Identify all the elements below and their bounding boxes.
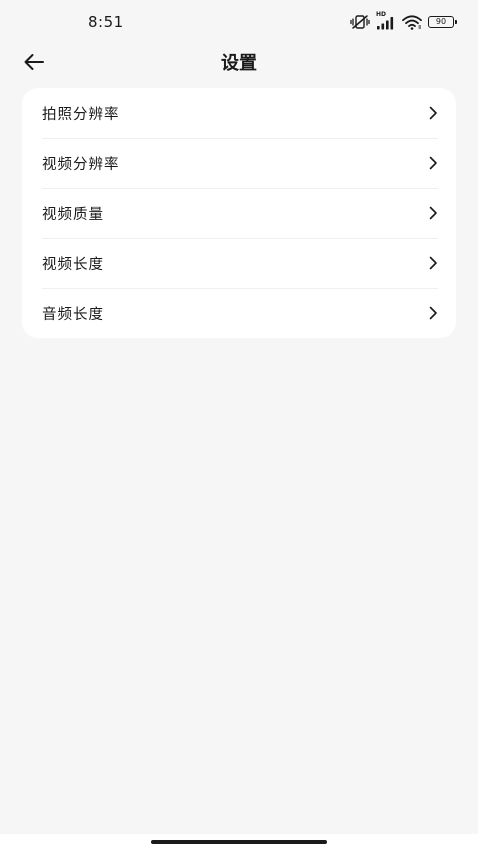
battery-level: 90	[435, 17, 447, 26]
page-title: 设置	[221, 53, 257, 74]
status-time: 8:51	[88, 13, 124, 31]
battery-icon: 90	[428, 16, 457, 28]
chevron-right-icon	[426, 306, 440, 320]
settings-item-label: 拍照分辨率	[42, 106, 120, 123]
vibrate-off-icon	[350, 14, 370, 30]
settings-card: 拍照分辨率 视频分辨率 视频质量 视频长度 音频长度	[22, 88, 456, 338]
chevron-right-icon	[426, 156, 440, 170]
signal-icon: HD	[376, 11, 396, 30]
settings-item-video-quality[interactable]: 视频质量	[22, 188, 456, 238]
wifi-icon	[402, 14, 422, 30]
network-label: HD	[376, 11, 387, 18]
settings-item-label: 音频长度	[42, 306, 104, 323]
settings-item-video-resolution[interactable]: 视频分辨率	[22, 138, 456, 188]
status-bar: 8:51 HD 90	[0, 0, 478, 44]
home-indicator[interactable]	[151, 840, 327, 844]
settings-item-video-length[interactable]: 视频长度	[22, 238, 456, 288]
status-icons: HD 90	[350, 11, 457, 31]
settings-item-label: 视频长度	[42, 256, 104, 273]
chevron-right-icon	[426, 256, 440, 270]
settings-item-audio-length[interactable]: 音频长度	[22, 288, 456, 338]
settings-item-photo-resolution[interactable]: 拍照分辨率	[22, 88, 456, 138]
settings-item-label: 视频分辨率	[42, 156, 120, 173]
chevron-right-icon	[426, 206, 440, 220]
settings-item-label: 视频质量	[42, 206, 104, 223]
chevron-right-icon	[426, 106, 440, 120]
header: 设置	[0, 40, 478, 84]
